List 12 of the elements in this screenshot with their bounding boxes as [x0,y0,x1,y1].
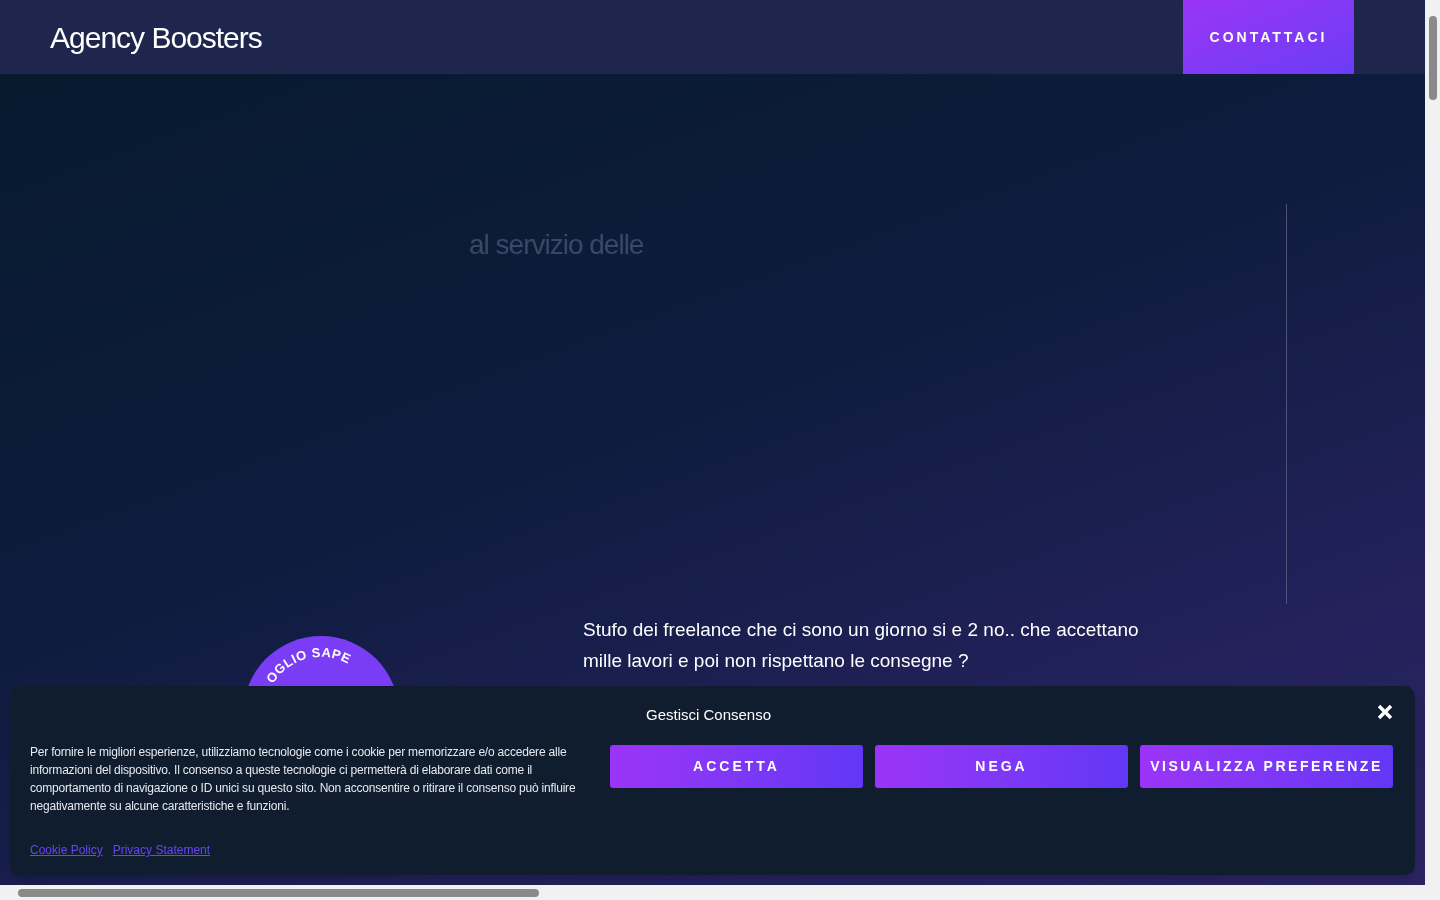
lead-text: Stufo dei freelance che ci sono un giorno si e 2 no.. che accettano mille lavori e poi non rispettano le consegne ? [583,618,1140,673]
consent-button[interactable]: NEGA [875,745,1128,788]
contact-button[interactable]: CONTATTACI [1183,0,1354,74]
consent-button[interactable]: VISUALIZZA PREFERENZE [1140,745,1393,788]
policy-link[interactable]: Privacy Statement [112,841,211,859]
vertical-scrollbar[interactable] [1425,0,1440,885]
consent-button[interactable]: ACCETTA [610,745,863,788]
close-icon[interactable] [1375,702,1395,722]
logo[interactable]: Agency Boosters [50,14,262,60]
horizontal-scrollbar[interactable] [0,885,1440,900]
banner-title: Gestisci Consenso [646,705,772,725]
policy-link[interactable]: Cookie Policy [30,841,103,859]
